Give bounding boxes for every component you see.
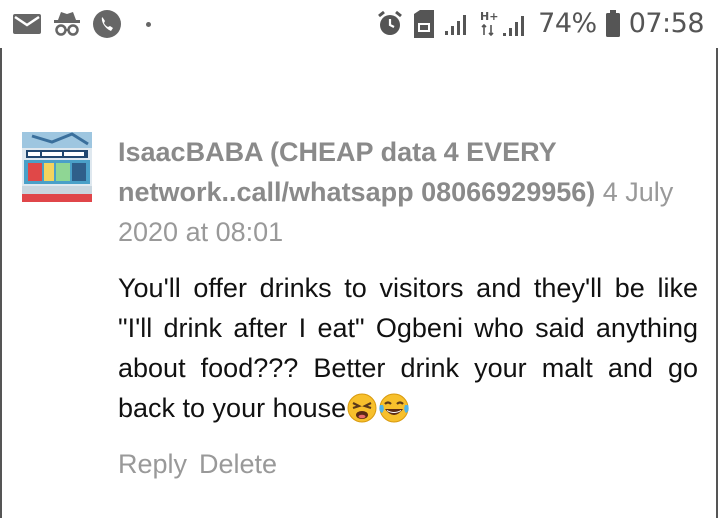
author-name-link[interactable]: IsaacBABA (CHEAP data 4 EVERY network..c… [118, 137, 595, 207]
phone-icon [92, 9, 122, 39]
reply-link[interactable]: Reply [118, 444, 187, 484]
status-time: 07:58 [628, 8, 705, 39]
battery-percent: 74% [538, 8, 597, 39]
comment-actions: Reply Delete [118, 444, 277, 484]
status-bar: H+ 74% 07:58 [0, 0, 720, 48]
network-type-label: H+ [480, 10, 498, 23]
comment-text: You'll offer drinks to visitors and they… [118, 268, 698, 434]
delete-link[interactable]: Delete [199, 444, 277, 484]
notification-dot [146, 21, 151, 27]
comment-header: IsaacBABA (CHEAP data 4 EVERY network..c… [118, 132, 678, 252]
tired-face-emoji [347, 393, 377, 434]
status-bar-left [12, 8, 151, 40]
author-avatar[interactable] [22, 132, 92, 202]
status-bar-right: H+ 74% 07:58 [376, 8, 705, 40]
battery-icon [605, 10, 621, 38]
signal-icon [444, 11, 472, 37]
mail-icon [12, 12, 42, 36]
alarm-icon [376, 10, 404, 38]
laughing-tears-emoji [378, 393, 410, 434]
sim-icon [412, 10, 436, 38]
incognito-icon [52, 10, 82, 38]
hplus-signal-icon: H+ [480, 9, 530, 39]
